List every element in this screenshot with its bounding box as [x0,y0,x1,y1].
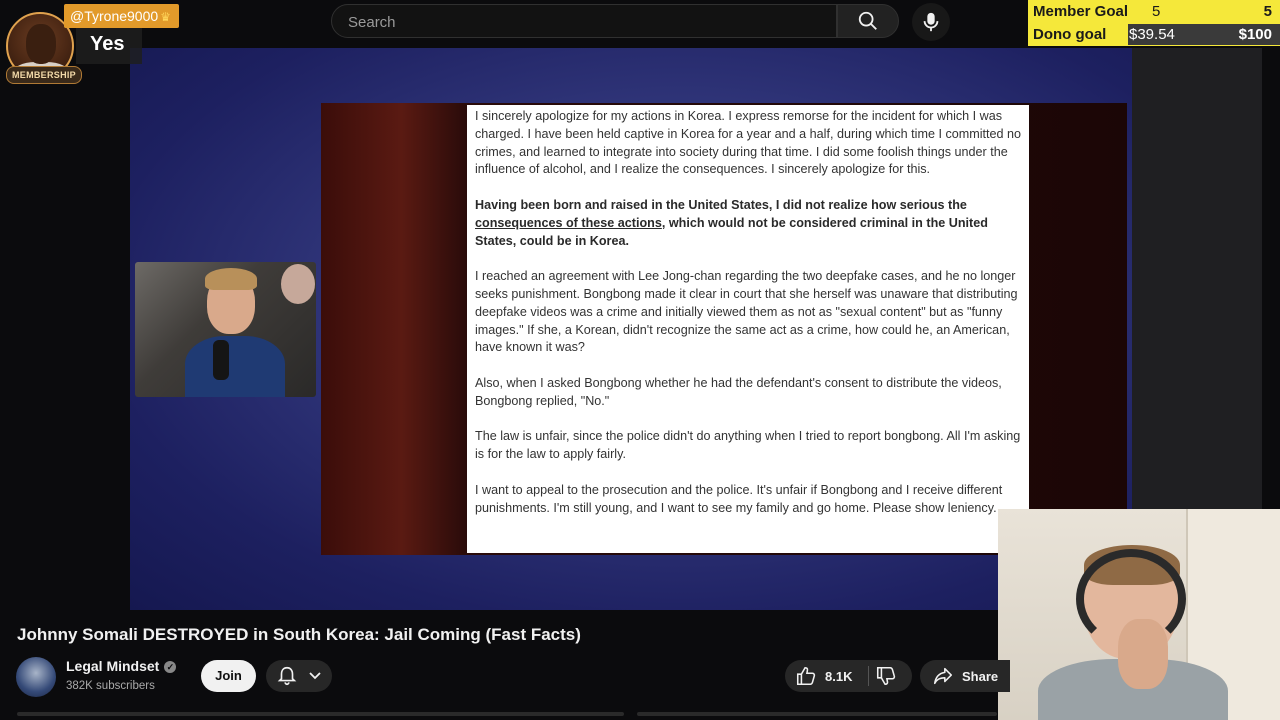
dono-goal-row: Dono goal $39.54 $100 [1028,23,1280,46]
share-icon [933,667,953,685]
goal-current: $39.54 [1129,26,1175,43]
microphone-icon [923,12,939,32]
share-label: Share [962,668,999,684]
goal-current: 5 [1152,3,1161,20]
goal-label: Member Goal [1033,3,1129,20]
join-button[interactable]: Join [201,660,256,692]
channel-name-text[interactable]: Legal Mindset [66,658,159,674]
dislike-button[interactable] [875,660,897,692]
goal-target: $100 [1238,26,1272,43]
streamer-webcam [998,509,1280,720]
letter-paragraph-bold: Having been born and raised in the Unite… [475,197,1025,250]
chat-username: @Tyrone9000 ♛ [64,4,179,28]
member-goal-row: Member Goal 5 5 [1028,0,1280,23]
goals-overlay: Member Goal 5 5 Dono goal $39.54 $100 [1028,0,1280,46]
channel-avatar[interactable] [16,657,56,697]
host-suit [185,336,285,397]
avatar-face [26,24,56,64]
chevron-down-icon [309,672,321,680]
thumbs-up-icon [796,666,816,686]
search-input[interactable] [346,5,820,39]
verified-icon: ✓ [164,661,177,673]
like-dislike-pill: 8.1K [785,660,912,692]
search-box[interactable] [331,4,837,39]
voice-search-button[interactable] [912,3,950,41]
apology-letter-document: I sincerely apologize for my actions in … [467,105,1029,553]
crown-icon: ♛ [160,10,171,24]
channel-name[interactable]: Legal Mindset ✓ [66,658,177,674]
membership-badge: MEMBERSHIP [6,66,82,84]
letter-paragraph: I want to appeal to the prosecution and … [475,482,1003,515]
host-hair [205,268,257,290]
host-webcam [135,262,316,397]
video-side-panel [1132,48,1262,518]
goal-label: Dono goal [1033,26,1107,43]
subscriber-count: 382K subscribers [66,680,155,692]
letter-paragraph: The law is unfair, since the police didn… [475,429,1021,462]
pill-divider [868,666,869,686]
like-button[interactable]: 8.1K [795,660,852,692]
recommendations-edge [637,712,997,716]
like-count: 8.1K [825,668,853,684]
search-icon [858,11,877,30]
plush-toy [281,264,315,304]
streamer-hand [1118,619,1168,689]
subscribed-notifications-button[interactable] [266,660,332,692]
letter-underlined-text: consequences of these actions [475,215,662,230]
thumbs-down-icon [876,666,896,686]
bell-icon [277,666,297,686]
letter-bold-text: Having been born and raised in the Unite… [475,197,967,212]
goal-target: 5 [1263,3,1272,20]
letter-paragraph: I sincerely apologize for my actions in … [475,109,1022,177]
search-button[interactable] [837,4,899,38]
description-box-edge [17,712,624,716]
chat-username-text: @Tyrone9000 [70,8,159,24]
letter-paragraph: I reached an agreement with Lee Jong-cha… [475,269,1018,355]
share-button[interactable]: Share [920,660,1010,692]
chat-message: Yes [76,28,142,64]
video-title: Johnny Somali DESTROYED in South Korea: … [17,625,581,644]
podcast-microphone [213,340,229,380]
letter-paragraph: Also, when I asked Bongbong whether he h… [475,375,1002,408]
